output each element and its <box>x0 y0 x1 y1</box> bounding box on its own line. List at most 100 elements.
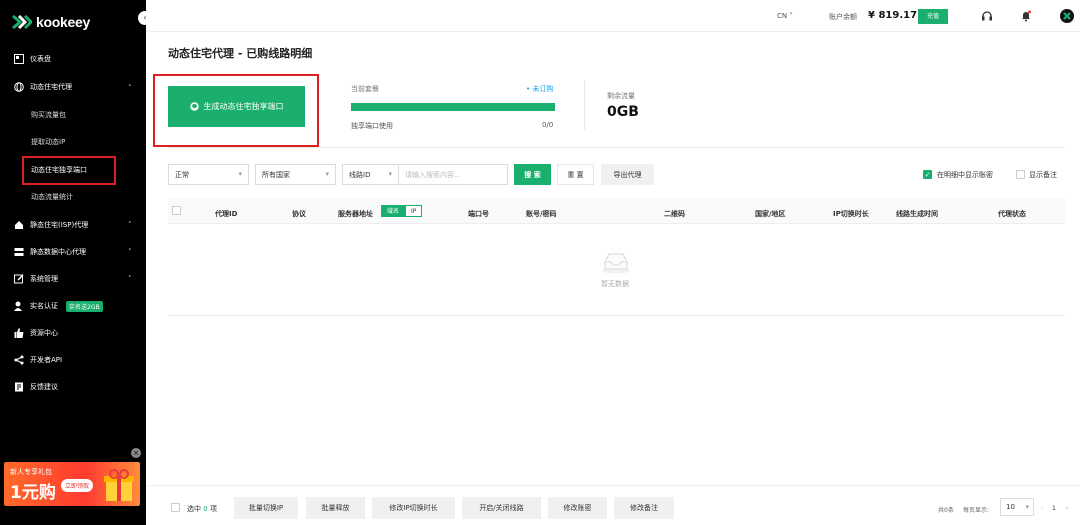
sidebar-item-dashboard[interactable]: 仪表盘 <box>14 52 51 66</box>
current-page[interactable]: 1 <box>1052 505 1056 512</box>
chevron-down-icon: ˅ <box>128 221 132 229</box>
sidebar: kookeey ‹ 仪表盘 动态住宅代理 ˄ 购买流量包 提取动态IP 动态住宅… <box>0 0 152 525</box>
server-address-toggle[interactable]: 域名 IP <box>381 205 423 217</box>
promo-close-icon[interactable]: × <box>131 448 141 458</box>
column-server-address: 服务器地址 <box>338 210 373 218</box>
sidebar-item-label: 静态数据中心代理 <box>30 248 86 256</box>
country-select[interactable]: 所有国家 ▾ <box>255 164 336 185</box>
prev-page-icon[interactable]: ‹ <box>1041 505 1043 512</box>
user-icon <box>14 301 22 311</box>
chevron-up-icon: ˄ <box>128 84 132 92</box>
page-title: 动态住宅代理 - 已购线路明细 <box>168 47 313 60</box>
port-usage-label: 独享端口使用 <box>351 122 393 130</box>
sidebar-item-verify[interactable]: 实名认证 实名送2GB <box>14 299 103 313</box>
chevron-down-icon: ˅ <box>128 275 132 283</box>
table-bottom-border <box>168 315 1065 316</box>
selected-count-text: 选中 0 项 <box>187 505 217 513</box>
sidebar-item-label: 资源中心 <box>30 329 58 337</box>
balance-label: 账户余额 <box>829 13 857 21</box>
modify-note-button[interactable]: 修改备注 <box>614 497 674 519</box>
api-icon <box>14 355 24 365</box>
divider <box>584 80 585 130</box>
verify-badge: 实名送2GB <box>66 300 103 312</box>
column-qr-code: 二维码 <box>664 210 685 218</box>
search-field-value: 线路ID <box>349 170 371 179</box>
caret-down-icon: ▾ <box>388 170 392 178</box>
sidebar-item-system[interactable]: 系统管理 <box>14 272 58 286</box>
sidebar-item-label: 反馈建议 <box>30 383 58 391</box>
toggle-route-button[interactable]: 开启/关闭线路 <box>462 497 541 519</box>
show-account-checkbox[interactable]: ✓ <box>923 170 932 179</box>
sidebar-subitem-traffic-stats[interactable]: 动态流量统计 <box>31 192 73 202</box>
generate-port-button[interactable]: 生成动态住宅独享端口 <box>168 86 305 127</box>
balance-value: ¥ 819.17 <box>868 10 918 21</box>
thumbs-up-icon <box>14 328 24 338</box>
show-account-label: 在明细中显示账密 <box>937 171 993 179</box>
show-note-label: 显示备注 <box>1029 171 1057 179</box>
sidebar-item-label: 静态住宅(ISP)代理 <box>30 221 89 229</box>
export-button[interactable]: 导出代理 <box>601 164 654 185</box>
caret-down-icon: ▾ <box>238 170 242 178</box>
home-icon <box>15 221 23 229</box>
batch-release-button[interactable]: 批量释放 <box>306 497 365 519</box>
sidebar-subitem-exclusive-port[interactable]: 动态住宅独享端口 <box>31 165 87 175</box>
empty-inbox-icon <box>602 253 630 274</box>
bell-icon[interactable] <box>1020 10 1032 22</box>
headset-icon[interactable] <box>981 10 993 22</box>
select-all-checkbox[interactable] <box>172 206 181 215</box>
modify-switch-duration-button[interactable]: 修改IP切换时长 <box>372 497 455 519</box>
caret-down-icon: ▾ <box>1025 503 1029 511</box>
sidebar-item-developer-api[interactable]: 开发者API <box>14 353 62 367</box>
per-page-select[interactable]: 10 ▾ <box>1000 498 1034 516</box>
remaining-traffic-label: 剩余流量 <box>607 92 635 100</box>
next-page-icon[interactable]: › <box>1066 505 1068 512</box>
divider <box>168 147 1065 148</box>
sidebar-subitem-buy-traffic[interactable]: 购买流量包 <box>31 110 66 120</box>
column-ip-switch-duration: IP切换时长 <box>833 210 869 218</box>
show-note-checkbox[interactable] <box>1016 170 1025 179</box>
search-button[interactable]: 搜 索 <box>514 164 551 185</box>
port-usage-value: 0/0 <box>542 121 554 129</box>
footer-select-all-checkbox[interactable] <box>171 503 180 512</box>
search-input[interactable]: 请输入搜索内容... <box>398 164 508 185</box>
top-header: CN ˅ 账户余额 ¥ 819.17 充值 <box>146 0 1080 32</box>
batch-switch-ip-button[interactable]: 批量切换IP <box>234 497 298 519</box>
reset-button[interactable]: 重 置 <box>557 164 594 185</box>
sidebar-item-dynamic-residential[interactable]: 动态住宅代理 <box>14 80 72 94</box>
toggle-domain[interactable]: 域名 <box>381 205 406 217</box>
sidebar-item-resources[interactable]: 资源中心 <box>14 326 58 340</box>
dashboard-icon <box>14 54 24 64</box>
plan-progress-bar <box>351 103 555 111</box>
promo-title: 新人专享礼包 <box>10 468 52 476</box>
sidebar-item-label: 仪表盘 <box>30 55 51 63</box>
empty-state-text: 暂无数据 <box>601 280 629 288</box>
sidebar-item-feedback[interactable]: 反馈建议 <box>14 380 58 394</box>
recharge-button[interactable]: 充值 <box>918 9 948 24</box>
column-account-password: 账号/密码 <box>526 210 557 218</box>
chevron-down-icon: ˅ <box>128 248 132 256</box>
promo-claim-button[interactable]: 立即领取 <box>61 479 94 492</box>
modify-credentials-button[interactable]: 修改账密 <box>548 497 607 519</box>
generate-port-label: 生成动态住宅独享端口 <box>203 102 284 111</box>
promo-banner[interactable]: 新人专享礼包 1元购 立即领取 <box>4 462 140 506</box>
sidebar-subitem-extract-ip[interactable]: 提取动态IP <box>31 137 65 147</box>
language-selector[interactable]: CN ˅ <box>777 12 793 20</box>
promo-price: 1元购 <box>10 483 56 503</box>
sidebar-item-label: 开发者API <box>30 356 63 364</box>
search-field-select[interactable]: 线路ID ▾ <box>342 164 399 185</box>
sidebar-item-static-datacenter[interactable]: 静态数据中心代理 <box>14 245 86 259</box>
sidebar-item-static-isp[interactable]: 静态住宅(ISP)代理 <box>14 218 88 232</box>
toggle-ip[interactable]: IP <box>405 205 423 217</box>
logo[interactable]: kookeey <box>12 12 90 32</box>
status-select[interactable]: 正常 ▾ <box>168 164 249 185</box>
remaining-traffic-value: 0GB <box>607 104 639 120</box>
shield-icon <box>189 102 199 111</box>
plan-status-link[interactable]: • 未订购 <box>526 84 553 94</box>
plan-label: 当前套餐 <box>351 85 379 93</box>
column-created-time: 线路生成时间 <box>896 210 938 218</box>
status-select-value: 正常 <box>175 170 189 179</box>
avatar[interactable] <box>1060 9 1074 23</box>
feedback-icon <box>15 382 23 392</box>
column-proxy-id: 代理ID <box>215 210 238 218</box>
edit-icon <box>14 274 24 284</box>
